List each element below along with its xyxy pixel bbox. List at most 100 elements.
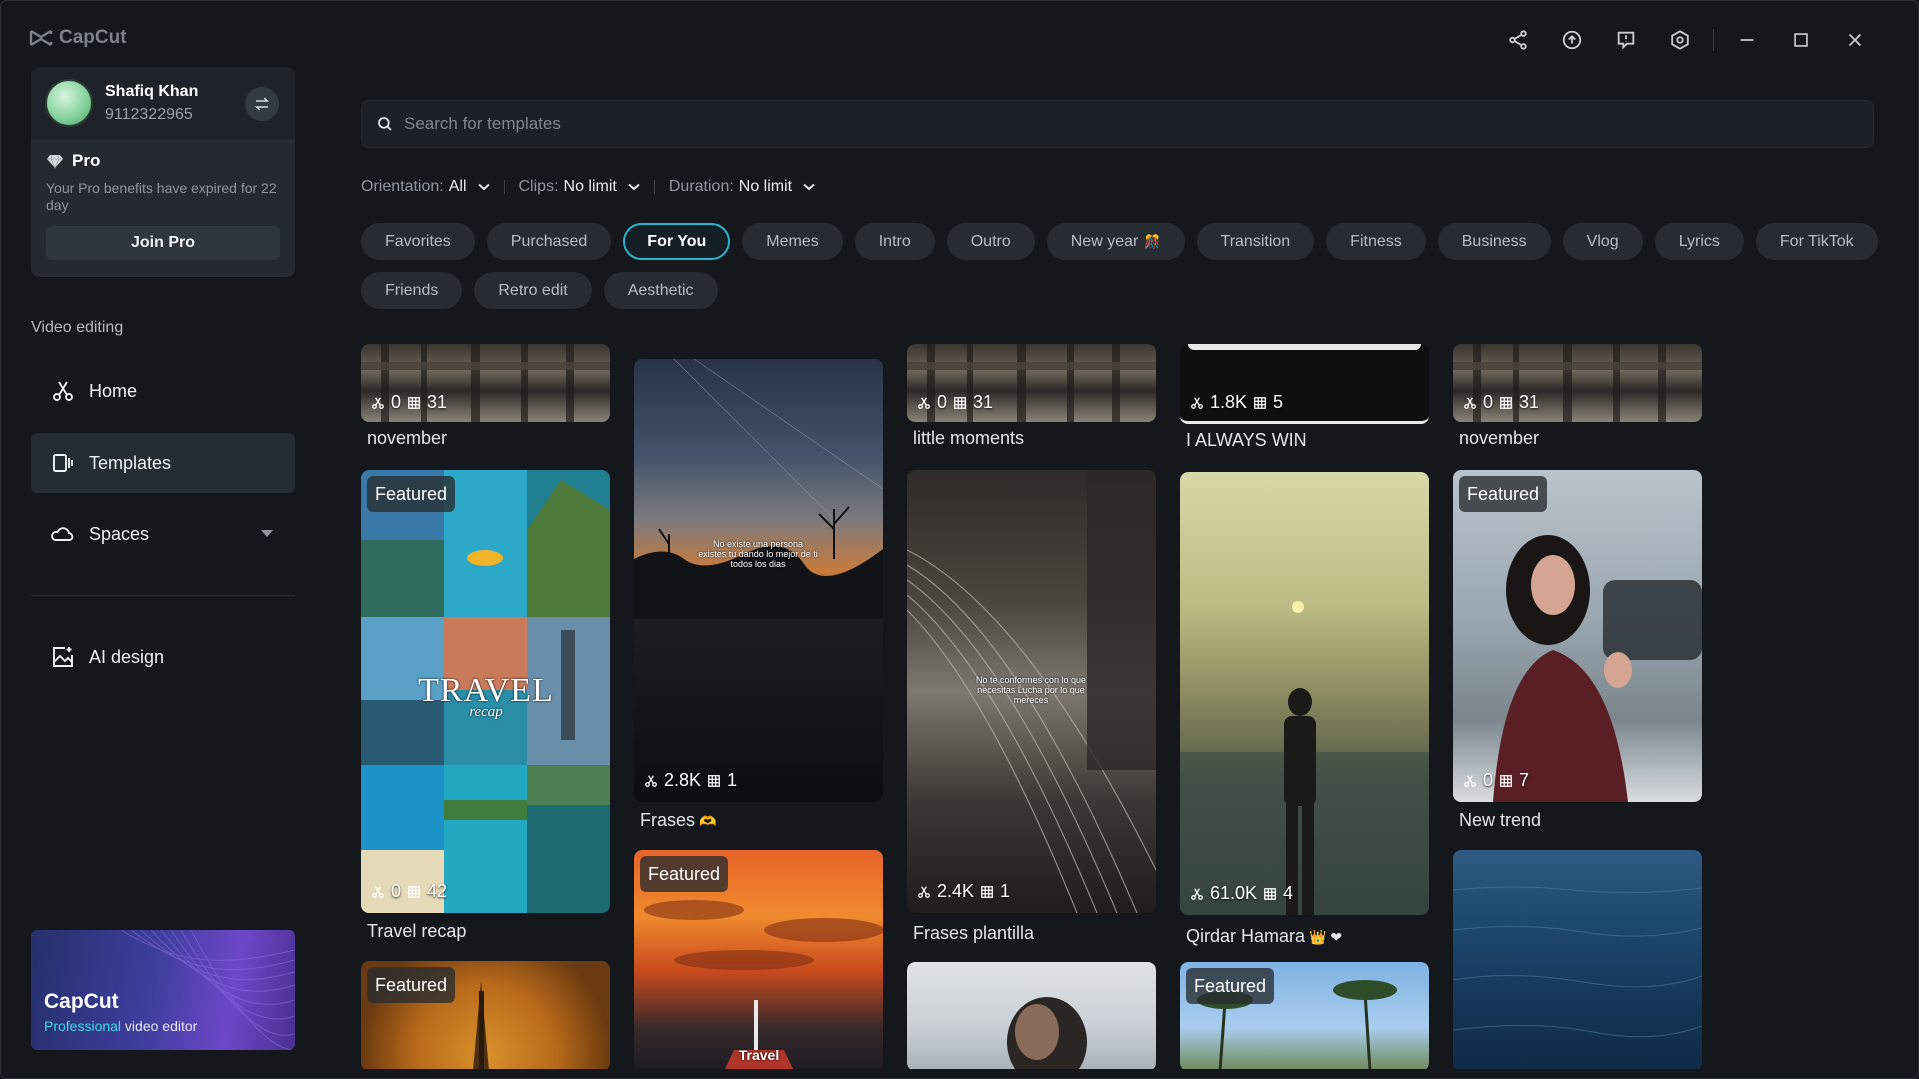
template-card-frases[interactable]: No existe una persona existes tu dando l… <box>634 359 883 844</box>
template-grid: 0 31 november TRAVEL recap Featured 0 42… <box>361 344 1901 1069</box>
featured-badge: Featured <box>1186 968 1275 1004</box>
chip-purchased[interactable]: Purchased <box>486 223 612 260</box>
template-card-november-2[interactable]: 0 31 november <box>1453 344 1702 459</box>
sidebar-item-home[interactable]: Home <box>31 361 295 421</box>
template-thumbnail <box>1453 850 1702 1069</box>
clips-count: 1 <box>727 770 738 790</box>
chip-memes[interactable]: Memes <box>742 223 843 260</box>
chip-lyrics[interactable]: Lyrics <box>1654 223 1744 260</box>
ocean-waves-graphic <box>1453 886 1702 1038</box>
template-card-ocean[interactable] <box>1453 850 1702 1069</box>
filter-orientation[interactable]: Orientation: All <box>361 178 490 196</box>
template-card-travel-recap[interactable]: TRAVEL recap Featured 0 42 Travel recap <box>361 470 610 955</box>
template-card-november[interactable]: 0 31 november <box>361 344 610 459</box>
chevron-down-icon <box>628 183 640 191</box>
feedback-icon[interactable] <box>1599 23 1653 57</box>
clips-icon <box>408 396 420 409</box>
filter-duration[interactable]: Duration: No limit <box>669 178 815 196</box>
clips-icon <box>954 396 966 409</box>
sidebar-item-label: AI design <box>89 646 165 667</box>
clips-icon <box>1264 887 1276 900</box>
template-title: I ALWAYS WIN <box>1186 430 1307 450</box>
profile-phone: 9112322965 <box>105 105 193 123</box>
template-stats: 0 31 <box>917 392 993 413</box>
clips-icon <box>408 885 420 898</box>
chip-friends[interactable]: Friends <box>361 272 463 309</box>
promo-title: CapCut <box>44 990 119 1013</box>
chip-vlog[interactable]: Vlog <box>1562 223 1643 260</box>
template-card-i-always-win[interactable]: 1.8K 5 I ALWAYS WIN <box>1180 344 1429 459</box>
minimize-icon[interactable] <box>1720 23 1774 57</box>
man-silhouette-graphic <box>1180 601 1429 915</box>
clips-count: 7 <box>1519 770 1530 790</box>
template-card-little-moments[interactable]: 0 31 little moments <box>907 344 1156 459</box>
chip-aesthetic[interactable]: Aesthetic <box>603 272 718 309</box>
template-card-frases-plantilla[interactable]: No te conformes con lo que necesitas Luc… <box>907 470 1156 957</box>
filter-clips[interactable]: Clips: No limit <box>519 178 640 196</box>
profile-card: Shafiq Khan 9112322965 Pro Your Pro bene… <box>31 67 295 277</box>
chip-favorites[interactable]: Favorites <box>361 223 475 260</box>
scissors-icon <box>918 396 930 409</box>
title-emoji: 👑 ❤ <box>1309 929 1343 945</box>
chip-for-you[interactable]: For You <box>623 223 731 260</box>
template-card-portrait[interactable] <box>907 962 1156 1069</box>
template-stats: 0 31 <box>1463 392 1539 413</box>
template-title: november <box>367 428 448 448</box>
celebration-emoji: 🎊 <box>1144 233 1161 249</box>
chip-business[interactable]: Business <box>1437 223 1551 260</box>
clips-count: 4 <box>1283 883 1294 903</box>
sidebar-item-label: Home <box>89 380 138 401</box>
template-thumbnail: No te conformes con lo que necesitas Luc… <box>907 470 1156 913</box>
woman-graphic <box>1493 535 1702 802</box>
uses-count: 2.4K <box>937 881 975 901</box>
clips-icon <box>981 885 993 898</box>
clips-icon <box>1500 396 1512 409</box>
template-title: Frases plantilla <box>913 923 1035 943</box>
maximize-icon[interactable] <box>1774 23 1828 57</box>
join-pro-button[interactable]: Join Pro <box>46 226 280 260</box>
scissors-icon <box>918 885 930 898</box>
template-stats: 2.8K 1 <box>644 770 737 791</box>
sidebar-item-spaces[interactable]: Spaces <box>31 504 295 564</box>
filter-divider <box>503 180 505 194</box>
sidebar-item-label: Templates <box>89 452 172 473</box>
search-bar[interactable] <box>361 100 1874 148</box>
cloud-icon <box>51 527 74 541</box>
sidebar-item-templates[interactable]: Templates <box>31 433 295 493</box>
white-frame <box>1188 344 1421 350</box>
settings-icon[interactable] <box>1653 23 1707 57</box>
template-card-travel-sunset[interactable]: Travel Featured <box>634 850 883 1069</box>
chip-outro[interactable]: Outro <box>946 223 1035 260</box>
scissors-icon <box>1191 887 1203 900</box>
search-icon <box>378 117 392 131</box>
sidebar: Shafiq Khan 9112322965 Pro Your Pro bene… <box>31 67 295 277</box>
sidebar-item-ai-design[interactable]: AI design <box>31 627 295 687</box>
template-card-new-trend[interactable]: Featured 0 7 New trend <box>1453 470 1702 835</box>
share-icon[interactable] <box>1491 23 1545 57</box>
template-title: Travel recap <box>367 921 467 941</box>
person-graphic <box>1007 997 1087 1069</box>
promo-banner[interactable]: CapCut Professional video editor <box>31 930 295 1050</box>
chip-new-year[interactable]: New year 🎊 <box>1046 223 1185 260</box>
template-thumbnail: 0 31 <box>907 344 1156 422</box>
search-input[interactable] <box>404 114 1804 134</box>
frases-plantilla-overlay-text: No te conformes con lo que necesitas Luc… <box>975 675 1087 705</box>
template-card-qirdar-hamara[interactable]: 61.0K 4 Qirdar Hamara 👑 ❤ <box>1180 472 1429 962</box>
travel-overlay-text: Travel <box>738 1047 780 1063</box>
chip-transition[interactable]: Transition <box>1196 223 1315 260</box>
uses-count: 2.8K <box>664 770 702 790</box>
chip-fitness[interactable]: Fitness <box>1326 223 1426 260</box>
close-icon[interactable] <box>1828 23 1882 57</box>
profile-header[interactable]: Shafiq Khan 9112322965 <box>31 67 295 139</box>
template-card-palms[interactable]: Featured <box>1180 962 1429 1069</box>
filter-value: No limit <box>738 178 793 195</box>
chevron-down-icon[interactable] <box>261 530 273 537</box>
chip-intro[interactable]: Intro <box>854 223 935 260</box>
upload-icon[interactable] <box>1545 23 1599 57</box>
switch-account-button[interactable] <box>245 87 279 121</box>
clips-icon <box>1254 396 1266 409</box>
chip-for-tiktok[interactable]: For TikTok <box>1755 223 1878 260</box>
template-card-moon[interactable]: Featured <box>361 961 610 1069</box>
avatar[interactable] <box>45 79 93 127</box>
chip-retro-edit[interactable]: Retro edit <box>474 272 592 309</box>
